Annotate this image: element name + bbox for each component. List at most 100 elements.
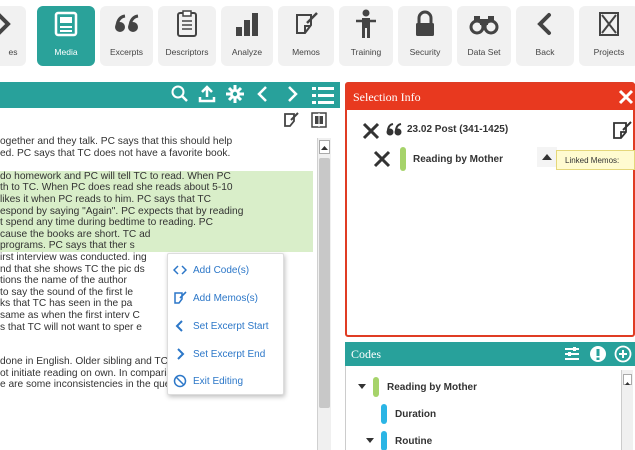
toolbar-item-back[interactable]: Back	[516, 6, 574, 66]
chevron-right-icon	[172, 347, 188, 361]
media-icon	[52, 6, 80, 42]
document-toolbar	[0, 108, 340, 132]
binoculars-icon	[469, 6, 499, 42]
code-color-swatch	[381, 431, 387, 450]
document-line[interactable]	[0, 159, 313, 171]
document-line[interactable]: ogether and they talk. PC says that this…	[0, 136, 313, 148]
filter-icon[interactable]	[563, 345, 581, 368]
document-line[interactable]: ed. PC says that TC does not have a favo…	[0, 148, 313, 160]
code-tree-item-reading-by-mother[interactable]: Reading by Mother	[357, 377, 477, 397]
toolbar-item-training[interactable]: Training	[339, 6, 393, 66]
panel-title: Codes	[351, 347, 381, 361]
code-label: Reading by Mother	[387, 381, 478, 393]
add-code-icon[interactable]	[614, 345, 632, 368]
menu-item-label: Exit Editing	[193, 375, 244, 387]
scroll-up-button[interactable]	[623, 374, 632, 385]
document-line[interactable]: cause the books are short. TC ad	[0, 228, 313, 241]
toolbar-label: Analyze	[231, 47, 263, 57]
chevron-left-icon	[533, 6, 557, 42]
remove-excerpt-icon[interactable]	[362, 122, 380, 145]
document-line[interactable]: programs. PC says that ther s	[0, 240, 313, 252]
quote-icon	[385, 122, 403, 143]
next-icon[interactable]	[283, 84, 301, 109]
projects-icon	[596, 6, 622, 42]
document-line[interactable]: espond by saying "Again". PC expects tha…	[0, 205, 313, 218]
expand-toggle-icon[interactable]	[365, 435, 379, 448]
lock-icon	[413, 6, 437, 42]
menu-item-label: Set Excerpt Start	[193, 320, 269, 332]
gear-icon[interactable]	[225, 84, 245, 109]
expand-toggle-icon[interactable]	[357, 381, 371, 394]
remove-code-icon[interactable]	[373, 150, 391, 173]
code-tree-item-routine[interactable]: Routine	[365, 431, 432, 450]
menu-item-label: Set Excerpt End	[193, 348, 266, 360]
toolbar-label: Back	[535, 47, 555, 57]
code-color-swatch	[381, 404, 387, 424]
toolbar-item-truncated[interactable]: es	[0, 6, 26, 66]
list-icon[interactable]	[311, 84, 335, 111]
add-codes-menu-item[interactable]: Add Code(s)	[172, 260, 249, 280]
menu-item-label: Add Memos(s)	[193, 292, 259, 304]
code-icon	[172, 263, 188, 277]
add-memos-menu-item[interactable]: Add Memos(s)	[172, 288, 258, 308]
document-line[interactable]: do homework and PC will tell TC to read.…	[0, 170, 313, 183]
document-line[interactable]: t spend any time during bedtime to readi…	[0, 217, 313, 229]
search-icon[interactable]	[170, 84, 190, 109]
quote-icon	[112, 6, 142, 42]
toolbar-item-memos[interactable]: Memos	[278, 6, 334, 66]
toolbar-label: Training	[350, 47, 382, 57]
scrollbar-thumb[interactable]	[319, 158, 330, 408]
toolbar-label: Media	[54, 47, 78, 57]
memo-icon	[172, 291, 188, 305]
document-scrollbar[interactable]	[317, 138, 331, 450]
document-header	[0, 82, 340, 108]
toolbar-item-descriptors[interactable]: Descriptors	[158, 6, 216, 66]
toolbar-item-projects[interactable]: Projects	[579, 6, 635, 66]
toolbar-label: Security	[409, 47, 441, 57]
code-color-swatch	[400, 147, 406, 171]
toolbar-label: Projects	[593, 47, 625, 57]
excerpt-label: 23.02 Post (341-1425)	[407, 124, 509, 135]
upload-icon[interactable]	[197, 84, 217, 109]
code-label: Duration	[395, 408, 437, 420]
toolbar-label: Data Set	[467, 47, 501, 57]
chevron-left-icon	[172, 319, 188, 333]
code-tree-item-duration[interactable]: Duration	[381, 404, 436, 424]
close-icon[interactable]	[617, 88, 635, 111]
exit-editing-menu-item[interactable]: Exit Editing	[172, 371, 243, 391]
document-grid-icon[interactable]	[310, 111, 328, 134]
code-color-swatch	[373, 377, 379, 397]
toolbar-label: Excerpts	[109, 47, 144, 57]
alert-icon[interactable]	[589, 345, 607, 368]
scroll-up-button[interactable]	[319, 140, 330, 154]
toolbar-label: Memos	[292, 47, 320, 57]
document-line[interactable]: th to TC. When PC does read she reads ab…	[0, 182, 313, 194]
toolbar-item-data-set[interactable]: Data Set	[457, 6, 511, 66]
prev-icon[interactable]	[254, 84, 272, 109]
bar-chart-icon	[233, 6, 261, 42]
panel-title: Selection Info	[353, 90, 421, 104]
main-toolbar: es Media Excerpts Descriptors Analyze Me…	[0, 0, 635, 72]
toolbar-label: Descriptors	[165, 47, 209, 57]
toolbar-item-excerpts[interactable]: Excerpts	[100, 6, 153, 66]
set-excerpt-end-menu-item[interactable]: Set Excerpt End	[172, 344, 265, 364]
memo-icon[interactable]	[611, 120, 633, 145]
document-line[interactable]: likes it when PC reads to him. PC says t…	[0, 193, 313, 206]
code-label: Routine	[395, 435, 433, 447]
code-label: Reading by Mother	[413, 154, 504, 165]
codes-header: Codes	[345, 342, 635, 366]
selection-info-header: Selection Info	[347, 84, 635, 110]
clipboard-icon	[175, 6, 199, 42]
toolbar-item-analyze[interactable]: Analyze	[221, 6, 273, 66]
menu-item-label: Add Code(s)	[193, 264, 250, 276]
toolbar-item-media[interactable]: Media	[37, 6, 95, 66]
toolbar-item-security[interactable]: Security	[398, 6, 452, 66]
linked-memos-tooltip: Linked Memos:	[556, 150, 635, 170]
set-excerpt-start-menu-item[interactable]: Set Excerpt Start	[172, 316, 269, 336]
weight-stepper[interactable]	[537, 147, 557, 167]
excerpt-context-menu: Add Code(s) Add Memos(s) Set Excerpt Sta…	[167, 253, 284, 395]
training-icon	[354, 6, 378, 42]
memo-icon	[293, 6, 319, 42]
codes-scrollbar[interactable]	[621, 370, 633, 450]
add-memo-icon[interactable]	[282, 111, 300, 134]
